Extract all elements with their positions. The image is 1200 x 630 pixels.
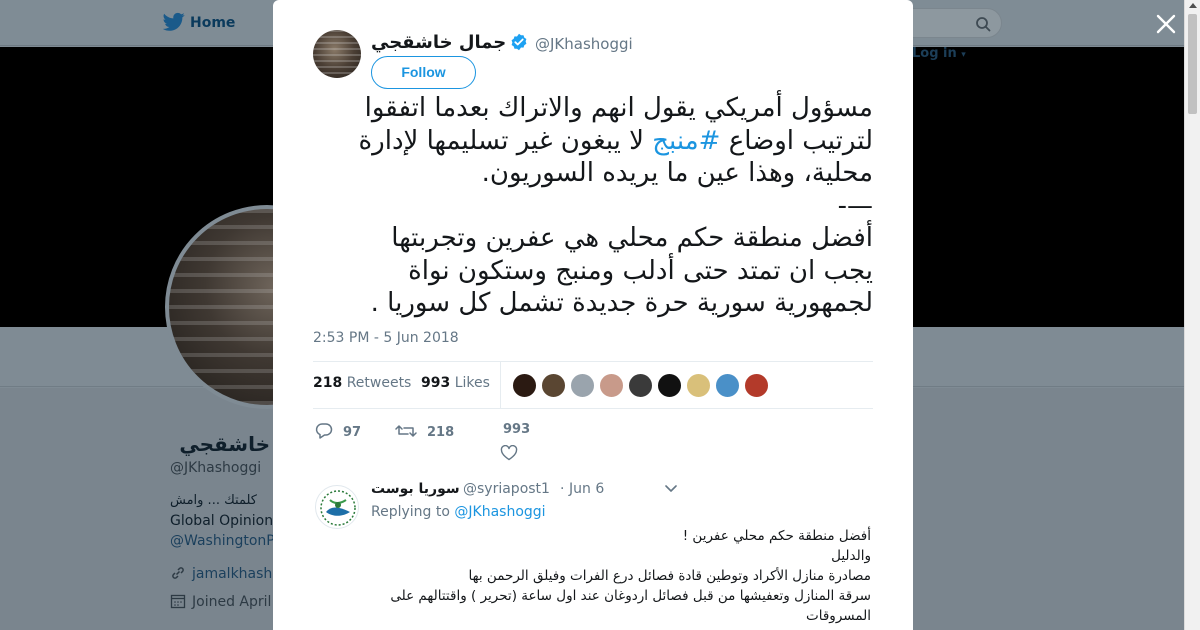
reply-line: والدليل: [831, 548, 871, 564]
replying-to: Replying to @JKhashoggi: [371, 504, 546, 520]
tweet-timestamp[interactable]: 2:53 PM - 5 Jun 2018: [313, 330, 459, 346]
likes-label: Likes: [454, 375, 490, 391]
liker-avatar[interactable]: [715, 373, 740, 398]
reply-line: أفضل منطقة حكم محلي عفرين !: [682, 528, 871, 544]
search-icon[interactable]: [975, 16, 991, 32]
likes-stat[interactable]: 993 Likes: [421, 375, 490, 391]
separator-dot: ·: [560, 481, 565, 497]
chevron-down-icon[interactable]: [665, 485, 677, 493]
liker-avatar[interactable]: [657, 373, 682, 398]
tweet-line: لترتيب اوضاع #منبج لا يبغون غير تسليمها …: [313, 125, 873, 158]
reply-icon: [315, 423, 333, 439]
retweet-icon: [395, 425, 417, 437]
liker-avatar[interactable]: [570, 373, 595, 398]
tweet-actions: 97 218 993: [313, 415, 873, 465]
scrollbar[interactable]: [1184, 0, 1200, 630]
replying-to-link[interactable]: @JKhashoggi: [454, 504, 545, 520]
liker-avatar[interactable]: [744, 373, 769, 398]
reply-line: سرقة المنازل وتعفيشها من قبل فصائل اردوغ…: [390, 588, 871, 604]
tweet-text-fragment: لا يبغون غير تسليمها لإدارة: [358, 125, 653, 156]
profile-website[interactable]: jamalkhash: [170, 565, 272, 582]
tweet-line: —-: [837, 190, 873, 221]
profile-name: خاشقجي: [179, 432, 270, 456]
author-avatar[interactable]: [313, 30, 361, 78]
author-name[interactable]: جمال خاشقجي: [371, 32, 506, 53]
tweet-line: يجب ان تمتد حتى أدلب ومنبج وستكون نواة: [408, 255, 873, 286]
tweet-modal: جمال خاشقجي @JKhashoggi Follow مسؤول أمر…: [273, 0, 913, 630]
likes-count: 993: [421, 375, 451, 391]
like-action[interactable]: 993: [503, 422, 530, 437]
twitter-bird-icon[interactable]: [163, 12, 185, 32]
reply-count: 97: [343, 425, 362, 440]
hashtag-link[interactable]: #منبج: [652, 126, 720, 156]
heart-icon[interactable]: [500, 445, 518, 461]
profile-handle: @JKhashoggi: [170, 460, 262, 476]
nav-home-link[interactable]: Home: [190, 15, 235, 31]
syriapost-logo-icon: [318, 488, 358, 528]
reply-line: مصادرة منازل الأكراد وتوطين قادة فصائل د…: [468, 568, 871, 584]
tweet-line: مسؤول أمريكي يقول انهم والاتراك بعدما ات…: [364, 93, 873, 123]
liker-avatar[interactable]: [686, 373, 711, 398]
calendar-icon: [170, 594, 186, 609]
link-icon: [172, 567, 184, 579]
profile-bio-line: كلمتك ... وامش: [170, 493, 257, 508]
reply-author-avatar[interactable]: [315, 485, 359, 529]
author-handle[interactable]: @JKhashoggi: [535, 35, 633, 53]
profile-bio-line: Global Opinion: [170, 513, 274, 529]
login-link[interactable]: Log in ▾: [912, 46, 966, 61]
retweets-label: Retweets: [346, 375, 412, 391]
reply-date[interactable]: Jun 6: [569, 481, 604, 497]
profile-bio-mention[interactable]: @WashingtonP: [170, 533, 275, 549]
tweet-stats: 218 Retweets 993 Likes: [313, 361, 873, 409]
retweets-stat[interactable]: 218 Retweets: [313, 375, 411, 391]
verified-badge-icon: [511, 33, 527, 51]
tweet-text: مسؤول أمريكي يقول انهم والاتراك بعدما ات…: [313, 92, 873, 320]
reply-tweet[interactable]: سوريا بوست @syriapost1 · Jun 6 Replying …: [313, 475, 873, 630]
reply-action[interactable]: 97: [315, 422, 361, 440]
reply-author-name[interactable]: سوريا بوست: [371, 481, 460, 497]
retweets-count: 218: [313, 375, 343, 391]
close-icon[interactable]: [1155, 13, 1177, 35]
follow-button[interactable]: Follow: [371, 56, 476, 89]
scroll-up-arrow-icon[interactable]: [1189, 3, 1197, 8]
liker-avatar[interactable]: [628, 373, 653, 398]
replying-prefix: Replying to: [371, 504, 450, 520]
chevron-down-icon: ▾: [961, 50, 966, 60]
tweet-text-fragment: لترتيب اوضاع: [720, 125, 873, 156]
liker-avatar[interactable]: [541, 373, 566, 398]
reply-text: أفضل منطقة حكم محلي عفرين ! والدليل مصاد…: [371, 526, 871, 626]
tweet-line: محلية، وهذا عين ما يريده السوريون.: [481, 158, 873, 188]
stats-divider: [500, 362, 501, 408]
tweet-line: لجمهورية سورية حرة جديدة تشمل كل سوريا .: [370, 288, 873, 318]
profile-joined-date: Joined April: [170, 593, 271, 610]
scrollbar-thumb[interactable]: [1188, 14, 1197, 114]
liker-avatar[interactable]: [599, 373, 624, 398]
retweet-count: 218: [427, 425, 455, 440]
like-count: 993: [503, 422, 531, 437]
login-label: Log in: [912, 46, 957, 61]
reply-author-handle[interactable]: @syriapost1: [463, 481, 550, 497]
liker-avatar[interactable]: [512, 373, 537, 398]
tweet-line: أفضل منطقة حكم محلي هي عفرين وتجربتها: [391, 223, 873, 253]
profile-joined-label: Joined April: [192, 594, 272, 610]
retweet-action[interactable]: 218: [395, 422, 454, 440]
profile-website-label: jamalkhash: [192, 566, 273, 582]
reply-line: المسروقات: [806, 608, 871, 624]
